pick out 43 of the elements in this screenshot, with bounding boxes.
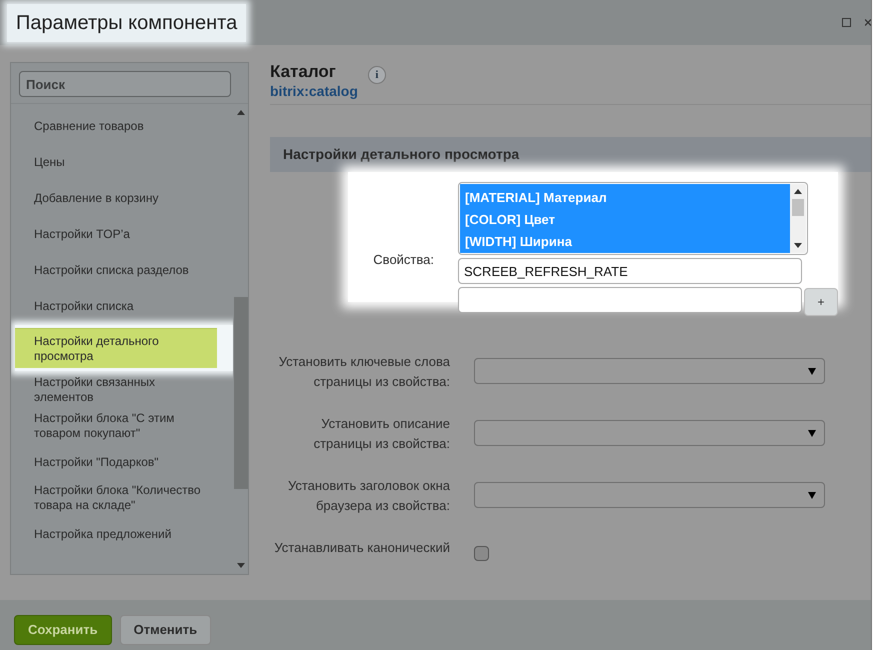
sidebar-item[interactable]: Настройки TOP’а <box>20 216 220 252</box>
caret-icon <box>808 430 816 436</box>
maximize-icon[interactable] <box>842 18 851 27</box>
section-header: Настройки детального просмотра <box>270 137 871 172</box>
save-button[interactable]: Сохранить <box>14 615 112 645</box>
dropdown-field[interactable] <box>474 358 825 384</box>
cancel-button[interactable]: Отменить <box>120 615 212 645</box>
scroll-down-icon[interactable] <box>794 243 802 248</box>
add-button[interactable]: + <box>804 288 838 316</box>
sidebar-item[interactable]: Настройки связанных элементов <box>20 372 220 408</box>
scroll-up-icon[interactable] <box>794 189 802 194</box>
checkbox[interactable] <box>474 546 489 561</box>
field-label: Устанавливать канонический <box>273 539 450 557</box>
sidebar-item[interactable]: Настройки блока "Количество товара на складе" <box>20 480 220 516</box>
sidebar-item[interactable]: Сравнение товаров <box>20 108 220 144</box>
scrollbar-thumb[interactable] <box>792 199 804 216</box>
field-label: Установить описание страницы из свойства: <box>312 415 450 453</box>
info-icon[interactable]: i <box>368 66 386 84</box>
dropdown-field[interactable] <box>474 482 825 508</box>
caret-icon <box>808 368 816 374</box>
sidebar-item[interactable]: Цены <box>20 144 220 180</box>
properties-listbox[interactable]: [MATERIAL] Материал [COLOR] Цвет [WIDTH] Ширина <box>458 182 808 255</box>
sidebar-item[interactable]: Настройки детального просмотра <box>15 328 217 368</box>
scrollbar-thumb[interactable] <box>234 297 248 489</box>
sidebar-item[interactable]: Настройки списка разделов <box>20 252 220 288</box>
field-label: Свойства: <box>372 251 434 269</box>
text-input[interactable] <box>458 287 802 313</box>
sidebar-item[interactable]: Добавление в корзину <box>20 180 220 216</box>
field-label: Установить заголовок окна браузера из свойства: <box>286 477 450 515</box>
sidebar-item[interactable]: Настройки блока "С этим товаром покупают" <box>20 408 220 444</box>
window-title: Параметры компонента <box>7 4 246 42</box>
sidebar-item[interactable]: Настройка предложений <box>20 516 220 552</box>
sidebar-item[interactable]: Настройки "Подарков" <box>20 444 220 480</box>
text-input[interactable]: SCREEB_REFRESH_RATE <box>458 258 802 284</box>
dropdown-field[interactable] <box>474 420 825 446</box>
component-title: Каталог <box>270 62 337 82</box>
search-field[interactable]: Поиск <box>19 71 231 97</box>
caret-icon <box>808 492 816 498</box>
sidebar-item[interactable]: Настройки списка <box>20 288 220 324</box>
field-label: Установить ключевые слова страницы из свойства: <box>278 353 450 391</box>
component-code-link[interactable]: bitrix:catalog <box>270 82 358 100</box>
scrollbar[interactable] <box>790 184 806 253</box>
close-icon[interactable] <box>865 18 871 27</box>
